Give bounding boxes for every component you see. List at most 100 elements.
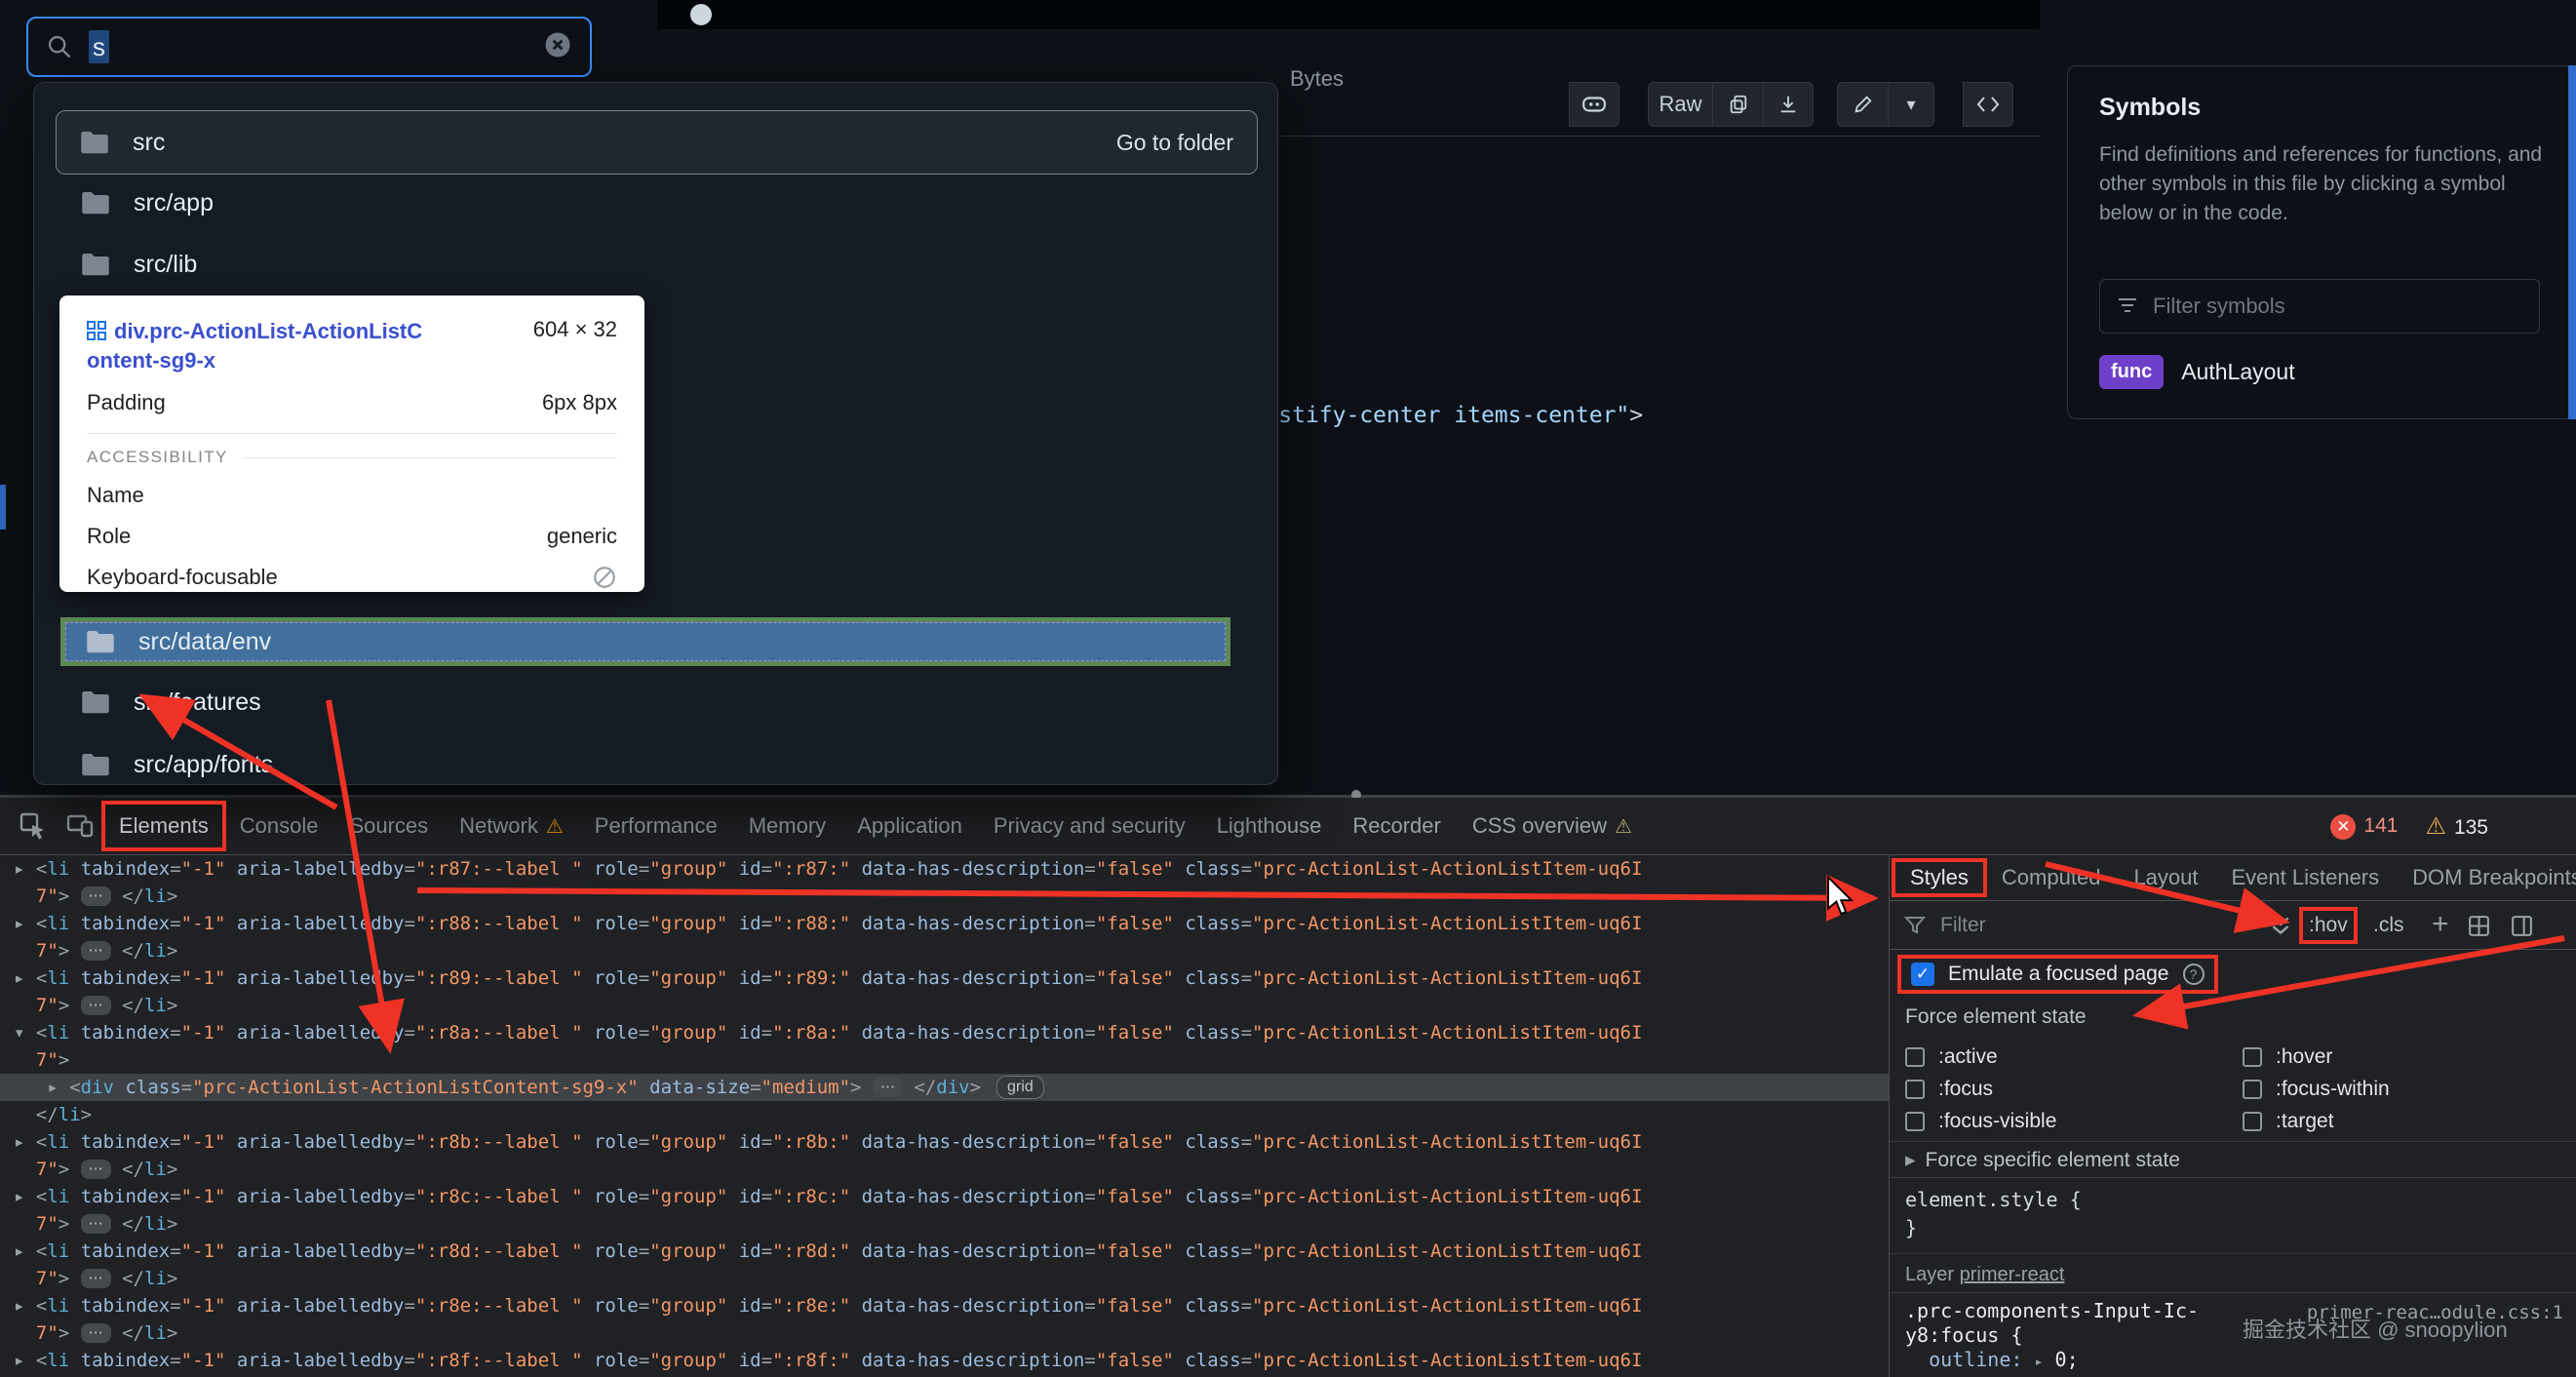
finder-row-src-data-env-inspect-highlight[interactable]: src/data/env xyxy=(60,617,1230,666)
pseudo-label: :hover xyxy=(2276,1044,2333,1068)
clear-search-icon[interactable] xyxy=(543,30,572,64)
pseudo-class-grid: :active :hover :focus:focus-within :focus-v… xyxy=(1905,1041,2560,1137)
tab-privacy-and-security[interactable]: Privacy and security xyxy=(978,798,1201,854)
panel-layout-icon[interactable] xyxy=(2510,914,2534,938)
tab-memory[interactable]: Memory xyxy=(733,798,841,854)
computed-styles-icon[interactable] xyxy=(2467,914,2491,938)
elements-tree-line[interactable]: 7"> ⋯ </li> xyxy=(14,1319,1889,1347)
pseudo-label: :focus-visible xyxy=(1938,1109,2057,1132)
emulate-focused-page-checkbox[interactable]: ✓ xyxy=(1911,963,1934,986)
tab-lighthouse[interactable]: Lighthouse xyxy=(1201,798,1338,854)
filter-symbols-input[interactable]: Filter symbols xyxy=(2099,279,2540,334)
tab-console[interactable]: Console xyxy=(224,798,334,854)
raw-button[interactable]: Raw xyxy=(1648,82,1712,127)
checkbox-unchecked[interactable] xyxy=(1905,1079,1925,1099)
elements-tree-line[interactable]: ▸ <li tabindex="-1" aria-labelledby=":r8… xyxy=(14,1292,1889,1319)
finder-row-src-features[interactable]: src/features xyxy=(56,679,1258,726)
file-search-input[interactable]: s xyxy=(26,17,592,77)
elements-tree-line[interactable]: ▸ <li tabindex="-1" aria-labelledby=":r8… xyxy=(14,910,1889,937)
styles-filter-input[interactable]: Filter xyxy=(1940,901,1986,950)
tab-elements[interactable]: Elements xyxy=(101,798,226,854)
tab-css-overview[interactable]: CSS overview ⚠ xyxy=(1457,798,1648,854)
warning-icon: ⚠ xyxy=(545,816,564,838)
sidebar-tab-styles[interactable]: Styles xyxy=(1892,855,1987,900)
elements-tree-line[interactable]: 7"> xyxy=(14,1046,1889,1074)
checkbox-unchecked[interactable] xyxy=(2243,1111,2262,1131)
elements-tree-line[interactable]: 7"> ⋯ </li> xyxy=(14,1156,1889,1183)
pseudo-checkbox--hover[interactable]: :hover xyxy=(2243,1045,2560,1069)
go-to-folder-button[interactable]: Go to folder xyxy=(1116,130,1233,156)
symbols-scrollbar[interactable] xyxy=(2568,65,2576,419)
element-style-rule[interactable]: element.style { } xyxy=(1890,1177,2576,1242)
copilot-button[interactable] xyxy=(1569,82,1620,127)
sidebar-tab-layout[interactable]: Layout xyxy=(2117,855,2214,900)
edit-pencil-button[interactable] xyxy=(1837,82,1888,127)
checkbox-unchecked[interactable] xyxy=(1905,1046,1925,1067)
sidebar-tab-dom-breakpoints[interactable]: DOM Breakpoints xyxy=(2396,855,2576,900)
folder-icon xyxy=(87,631,114,653)
padding-label: Padding xyxy=(87,390,166,415)
finder-row-label: src/lib xyxy=(134,250,198,278)
elements-tree-line[interactable]: </li> xyxy=(14,1101,1889,1128)
tab-network[interactable]: Network ⚠ xyxy=(444,798,579,854)
new-style-rule-button[interactable]: + xyxy=(2432,901,2449,948)
elements-tree-line[interactable]: 7"> ⋯ </li> xyxy=(14,1210,1889,1238)
help-icon[interactable]: ? xyxy=(2182,964,2205,985)
pseudo-checkbox--focus-within[interactable]: :focus-within xyxy=(2243,1078,2560,1101)
layer-link[interactable]: primer-react xyxy=(1960,1264,2065,1285)
finder-row-src[interactable]: src Go to folder xyxy=(56,110,1258,175)
raw-button-group: Raw xyxy=(1648,82,1814,127)
force-specific-element-state[interactable]: ▸ Force specific element state xyxy=(1890,1141,2576,1177)
pseudo-checkbox--active[interactable]: :active xyxy=(1905,1045,2243,1069)
finder-row-src-app[interactable]: src/app xyxy=(56,179,1258,226)
inspect-element-icon[interactable] xyxy=(18,810,49,842)
warning-icon: ⚠ xyxy=(2425,813,2446,840)
copy-button[interactable] xyxy=(1712,82,1763,127)
sidebar-tab-computed[interactable]: Computed xyxy=(1985,855,2118,900)
tab-performance[interactable]: Performance xyxy=(579,798,733,854)
element-classes-button[interactable]: .cls xyxy=(2373,901,2404,950)
tab-application[interactable]: Application xyxy=(841,798,978,854)
pseudo-checkbox--target[interactable]: :target xyxy=(2243,1110,2560,1133)
error-icon: ✕ xyxy=(2330,813,2357,840)
elements-tree-line[interactable]: ▸ <li tabindex="-1" aria-labelledby=":r8… xyxy=(14,1347,1889,1374)
edit-dropdown-button[interactable]: ▾ xyxy=(1888,82,1934,127)
elements-tree-line[interactable]: 7"> ⋯ </li> xyxy=(14,992,1889,1019)
toggle-element-state-button[interactable]: :hov xyxy=(2299,901,2358,950)
devtools-toolbar: Elements Console Sources Network ⚠ Performanc… xyxy=(0,798,2576,855)
code-view-button[interactable] xyxy=(1963,82,2013,127)
pseudo-checkbox--focus-visible[interactable]: :focus-visible xyxy=(1905,1110,2243,1133)
checkbox-unchecked[interactable] xyxy=(2243,1046,2262,1067)
sidebar-tab-event-listeners[interactable]: Event Listeners xyxy=(2215,855,2397,900)
elements-tree-line[interactable]: ▸ <li tabindex="-1" aria-labelledby=":r8… xyxy=(14,1183,1889,1210)
elements-tree-line[interactable]: ▸ <li tabindex="-1" aria-labelledby=":r8… xyxy=(14,1238,1889,1265)
finder-row-src-lib[interactable]: src/lib xyxy=(56,241,1258,288)
checkbox-unchecked[interactable] xyxy=(2243,1079,2262,1099)
elements-tree-line[interactable]: 7"> ⋯ </li> xyxy=(14,883,1889,910)
download-button[interactable] xyxy=(1763,82,1814,127)
symbol-item-authlayout[interactable]: func AuthLayout xyxy=(2099,355,2295,389)
checkbox-unchecked[interactable] xyxy=(1905,1111,1925,1131)
cascade-layers-icon[interactable] xyxy=(2268,913,2293,938)
folder-icon xyxy=(82,754,109,776)
error-count[interactable]: ✕ 141 xyxy=(2330,813,2398,840)
not-focusable-icon xyxy=(594,567,615,589)
elements-tree-line[interactable]: 7"> ⋯ </li> xyxy=(14,1265,1889,1292)
elements-tree-line[interactable]: ▾ <li tabindex="-1" aria-labelledby=":r8… xyxy=(14,1019,1889,1046)
elements-tree-line[interactable]: ▸ <li tabindex="-1" aria-labelledby=":r8… xyxy=(14,1128,1889,1156)
elements-tree-line[interactable]: ▸ <div class="prc-ActionList-ActionListC… xyxy=(0,1074,1889,1101)
page-top-bar xyxy=(657,0,2040,29)
devtools-status-counts[interactable]: ✕ 141 ⚠ 135 xyxy=(2330,798,2488,855)
elements-tree-line[interactable]: ▸ <li tabindex="-1" aria-labelledby=":r8… xyxy=(14,964,1889,992)
elements-tree-line[interactable]: 7"> ⋯ </li> xyxy=(14,937,1889,964)
pseudo-label: :active xyxy=(1938,1044,1998,1068)
emulate-focused-page-row: ✓ Emulate a focused page ? xyxy=(1890,950,2576,999)
finder-row-src-app-fonts[interactable]: src/app/fonts xyxy=(56,741,1258,788)
issue-count[interactable]: ⚠ 135 xyxy=(2425,812,2488,841)
pseudo-checkbox--focus[interactable]: :focus xyxy=(1905,1078,2243,1101)
tab-sources[interactable]: Sources xyxy=(333,798,444,854)
device-toolbar-icon[interactable] xyxy=(64,810,96,842)
elements-tree-line[interactable]: ▸ <li tabindex="-1" aria-labelledby=":r8… xyxy=(14,855,1889,883)
shorthand-expand-icon[interactable]: ▸ xyxy=(2034,1353,2043,1370)
tab-recorder[interactable]: Recorder xyxy=(1337,798,1456,854)
